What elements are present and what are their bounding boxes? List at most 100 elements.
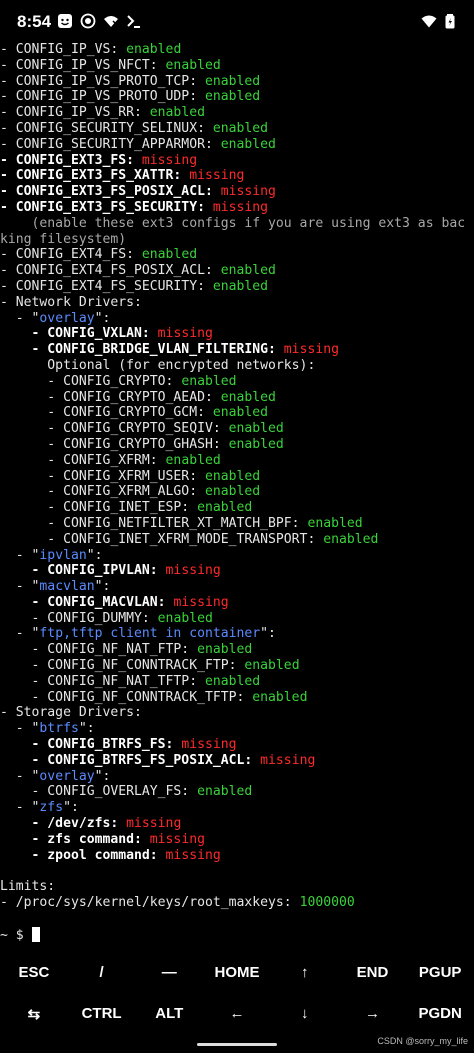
terminal-text: Optional (for encrypted networks): bbox=[0, 357, 316, 373]
terminal-text: - CONFIG_EXT4_FS: bbox=[0, 247, 142, 263]
terminal-text: missing bbox=[165, 847, 221, 863]
terminal-line: - CONFIG_IP_VS_PROTO_UDP: enabled bbox=[0, 89, 474, 105]
terminal-text: zfs bbox=[39, 800, 64, 816]
terminal-text: - CONFIG_SECURITY_APPARMOR: bbox=[0, 136, 221, 152]
extra-key-row2-4[interactable]: ↓ bbox=[271, 993, 339, 1034]
terminal-text: enabled bbox=[307, 515, 363, 531]
terminal-icon bbox=[126, 13, 142, 29]
terminal-text: enabled bbox=[165, 452, 221, 468]
terminal-text: ": bbox=[94, 310, 111, 326]
terminal-line: - CONFIG_NF_NAT_TFTP: enabled bbox=[0, 674, 474, 690]
terminal-line: - /proc/sys/kernel/keys/root_maxkeys: 10… bbox=[0, 895, 474, 911]
terminal-text: enabled bbox=[157, 610, 213, 626]
extra-key-row1-6[interactable]: PGUP bbox=[406, 952, 474, 993]
terminal-text: - CONFIG_EXT3_FS_XATTR: bbox=[0, 168, 190, 184]
terminal-text: enabled bbox=[204, 484, 261, 500]
terminal-output[interactable]: - CONFIG_IP_VS: enabled - CONFIG_IP_VS_NF… bbox=[0, 42, 474, 942]
status-bar: 8:54 bbox=[0, 0, 474, 42]
terminal-line: - CONFIG_BTRFS_FS: missing bbox=[0, 737, 474, 753]
terminal-text: macvlan bbox=[39, 579, 95, 595]
extra-keys-row-2: ⇆ CTRL ALT ← ↓ → PGDN bbox=[0, 993, 474, 1034]
terminal-text: missing bbox=[165, 563, 221, 579]
terminal-text: enabled bbox=[228, 436, 284, 452]
terminal-text: - CONFIG_CRYPTO_GCM: bbox=[0, 405, 213, 421]
terminal-text: - zfs command: bbox=[0, 831, 150, 847]
extra-key-row2-3[interactable]: ← bbox=[203, 993, 271, 1034]
terminal-text: - Storage Drivers: bbox=[0, 705, 142, 721]
terminal-text: - CONFIG_XFRM_ALGO: bbox=[0, 484, 205, 500]
terminal-text: missing bbox=[126, 816, 182, 832]
wifi-off-icon bbox=[103, 13, 119, 29]
extra-key-row1-1[interactable]: / bbox=[68, 952, 136, 993]
terminal-text: - CONFIG_DUMMY: bbox=[0, 610, 158, 626]
extra-key-row1-2[interactable]: — bbox=[135, 952, 203, 993]
text-cursor bbox=[31, 926, 40, 942]
extra-key-row1-5[interactable]: END bbox=[339, 952, 407, 993]
terminal-text: enabled bbox=[220, 389, 276, 405]
terminal-line: - CONFIG_IP_VS_RR: enabled bbox=[0, 105, 474, 121]
terminal-line: - CONFIG_NETFILTER_XT_MATCH_BPF: enabled bbox=[0, 516, 474, 532]
terminal-text: missing bbox=[173, 594, 229, 610]
extra-key-row1-0[interactable]: ESC bbox=[0, 952, 68, 993]
terminal-line: - "zfs": bbox=[0, 800, 474, 816]
terminal-text: enabled bbox=[204, 73, 261, 89]
terminal-text: enabled bbox=[228, 421, 284, 437]
terminal-line: - CONFIG_CRYPTO_GHASH: enabled bbox=[0, 437, 474, 453]
terminal-text: - CONFIG_EXT3_FS_POSIX_ACL: bbox=[0, 184, 221, 200]
watermark: CSDN @sorry_my_life bbox=[377, 1036, 468, 1046]
terminal-line: - Network Drivers: bbox=[0, 295, 474, 311]
terminal-text: - CONFIG_OVERLAY_FS: bbox=[0, 784, 198, 800]
terminal-line: - zpool command: missing bbox=[0, 848, 474, 864]
gesture-nav-bar[interactable] bbox=[197, 1043, 277, 1046]
extra-key-row1-4[interactable]: ↑ bbox=[271, 952, 339, 993]
terminal-line: - "macvlan": bbox=[0, 579, 474, 595]
terminal-text: enabled bbox=[204, 89, 261, 105]
terminal-text: enabled bbox=[197, 784, 253, 800]
terminal-text: - CONFIG_BRIDGE_VLAN_FILTERING: bbox=[0, 342, 284, 358]
extra-key-row2-1[interactable]: CTRL bbox=[68, 993, 136, 1034]
terminal-line: Limits: bbox=[0, 879, 474, 895]
terminal-text: enabled bbox=[197, 500, 253, 516]
terminal-text: - CONFIG_EXT4_FS_SECURITY: bbox=[0, 278, 213, 294]
terminal-text: - " bbox=[0, 721, 40, 737]
terminal-text: - /dev/zfs: bbox=[0, 816, 127, 832]
terminal-text: enabled bbox=[244, 658, 300, 674]
terminal-text: enabled bbox=[181, 373, 237, 389]
prompt-line[interactable]: ~ $ bbox=[0, 926, 474, 943]
terminal-line: - CONFIG_CRYPTO_SEQIV: enabled bbox=[0, 421, 474, 437]
extra-key-row2-0[interactable]: ⇆ bbox=[0, 993, 68, 1034]
terminal-line: - CONFIG_VXLAN: missing bbox=[0, 326, 474, 342]
terminal-text: - zpool command: bbox=[0, 847, 166, 863]
terminal-line: - "btrfs": bbox=[0, 721, 474, 737]
terminal-text: - CONFIG_EXT3_FS: bbox=[0, 152, 142, 168]
terminal-text: enabled bbox=[197, 642, 253, 658]
extra-key-row2-2[interactable]: ALT bbox=[135, 993, 203, 1034]
terminal-text: missing bbox=[149, 831, 205, 847]
terminal-line: - CONFIG_SECURITY_SELINUX: enabled bbox=[0, 121, 474, 137]
terminal-text: enabled bbox=[149, 105, 205, 121]
terminal-line: - CONFIG_NF_CONNTRACK_FTP: enabled bbox=[0, 658, 474, 674]
shell-prompt: ~ $ bbox=[0, 927, 32, 943]
terminal-line: - CONFIG_EXT3_FS_XATTR: missing bbox=[0, 168, 474, 184]
extra-key-row1-3[interactable]: HOME bbox=[203, 952, 271, 993]
terminal-text: ": bbox=[86, 547, 103, 563]
terminal-text: - CONFIG_INET_XFRM_MODE_TRANSPORT: bbox=[0, 531, 324, 547]
terminal-line: - CONFIG_CRYPTO_GCM: enabled bbox=[0, 405, 474, 421]
terminal-line: (enable these ext3 configs if you are us… bbox=[0, 216, 474, 232]
terminal-line: - zfs command: missing bbox=[0, 832, 474, 848]
terminal-text: missing bbox=[157, 326, 213, 342]
terminal-line: - CONFIG_IP_VS: enabled bbox=[0, 42, 474, 58]
extra-key-row2-5[interactable]: → bbox=[339, 993, 407, 1034]
extra-key-row2-6[interactable]: PGDN bbox=[406, 993, 474, 1034]
terminal-line: - CONFIG_CRYPTO: enabled bbox=[0, 374, 474, 390]
terminal-text: enabled bbox=[212, 120, 269, 136]
terminal-text: - /proc/sys/kernel/keys/root_maxkeys: bbox=[0, 895, 300, 911]
terminal-line: - CONFIG_XFRM_ALGO: enabled bbox=[0, 484, 474, 500]
terminal-text: - CONFIG_BTRFS_FS_POSIX_ACL: bbox=[0, 752, 261, 768]
terminal-line: - "overlay": bbox=[0, 311, 474, 327]
terminal-text: enabled bbox=[252, 689, 308, 705]
terminal-text: - CONFIG_IP_VS: bbox=[0, 42, 127, 57]
terminal-line: - /dev/zfs: missing bbox=[0, 816, 474, 832]
terminal-text: - CONFIG_NETFILTER_XT_MATCH_BPF: bbox=[0, 515, 308, 531]
